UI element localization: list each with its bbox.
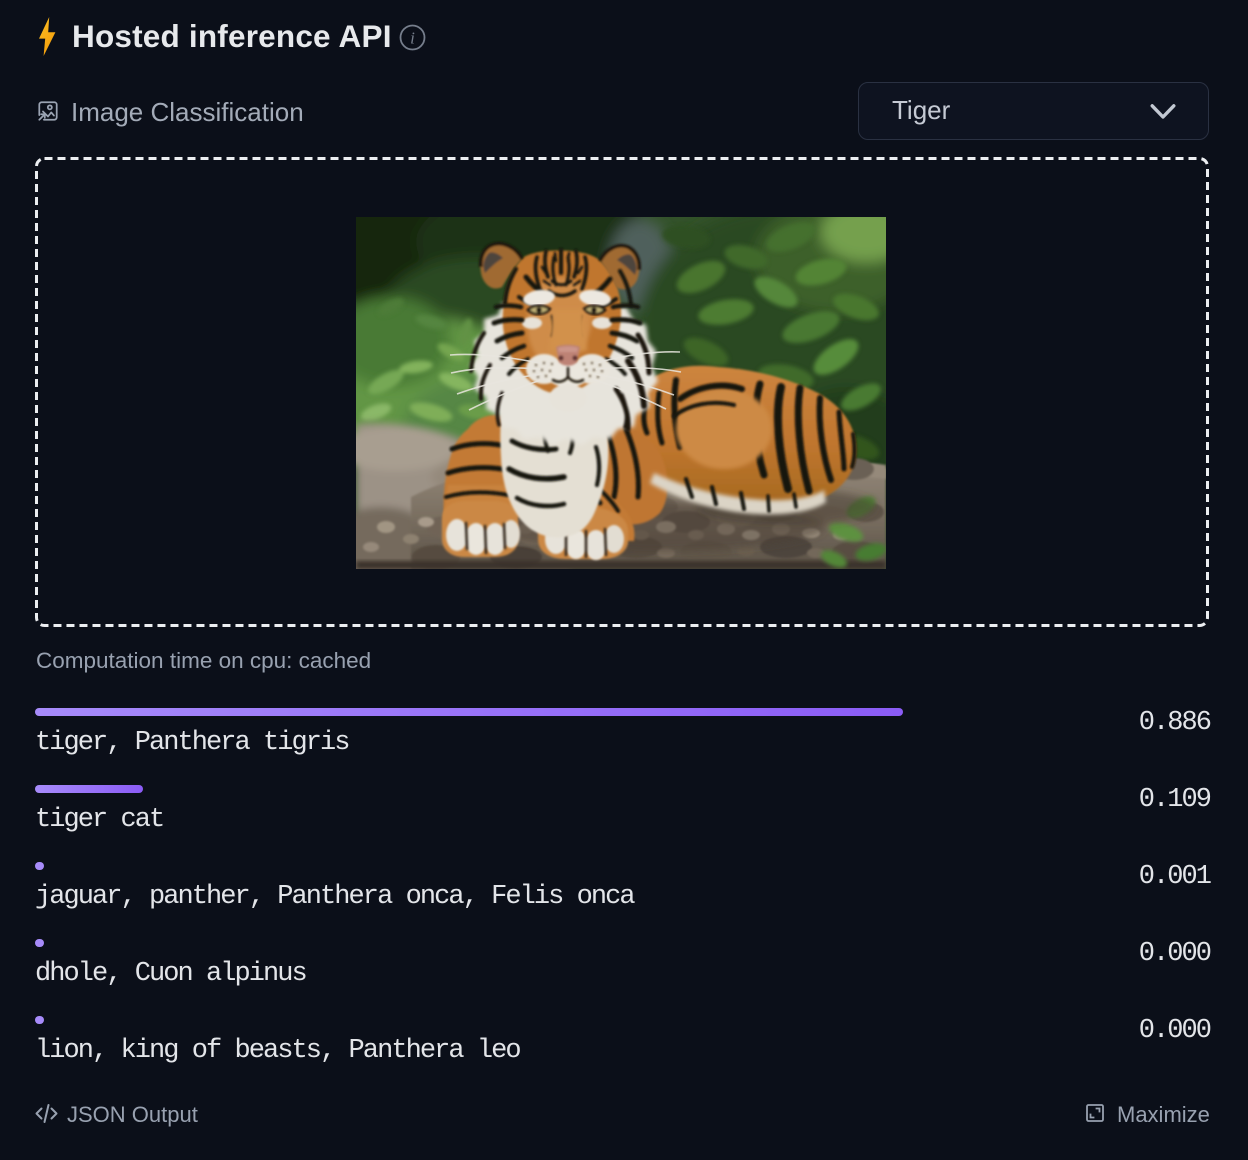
svg-text:i: i xyxy=(410,29,415,48)
